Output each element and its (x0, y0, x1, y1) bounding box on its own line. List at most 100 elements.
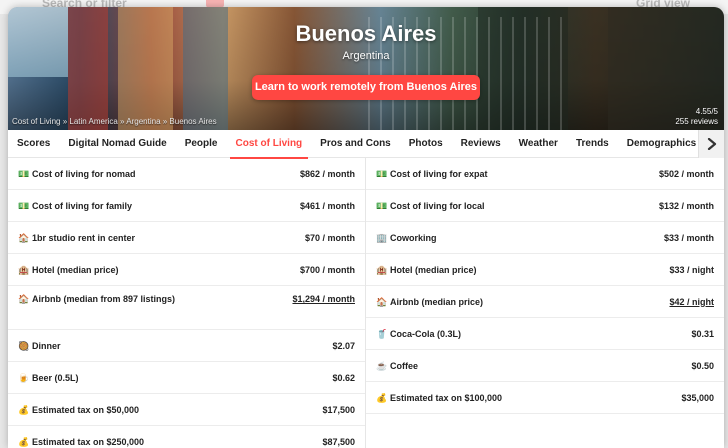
review-count[interactable]: 255 reviews (675, 117, 718, 127)
cost-row: 💵 Cost of living for expat $502 / month (366, 158, 724, 190)
hero-banner: Buenos Aires Argentina Learn to work rem… (8, 7, 724, 130)
cost-label-text: Hotel (median price) (32, 264, 119, 275)
cost-label-text: Cost of living for expat (390, 168, 488, 179)
cost-label: 💵 Cost of living for nomad (18, 168, 136, 180)
tab-demographics[interactable]: Demographics (627, 130, 696, 158)
cost-row: 💵 Cost of living for local $132 / month (366, 190, 724, 222)
cost-value: $35,000 (681, 392, 714, 403)
country-name: Argentina (342, 50, 390, 62)
cost-item-icon: 💰 (18, 404, 30, 415)
tab-people[interactable]: People (185, 130, 218, 158)
cost-value: $502 / month (658, 168, 714, 179)
cost-item-icon: 💵 (376, 168, 388, 179)
cost-row: 🏠 Airbnb (median from 897 listings) $1,294… (8, 286, 365, 330)
cost-row: 🏠 1br studio rent in center $70 / month (8, 222, 365, 254)
tab-scroll-next-button[interactable] (698, 130, 724, 158)
cost-item-icon: 🏠 (18, 294, 30, 304)
cost-column-right: 💵 Cost of living for expat $502 / month 💵 Co… (366, 158, 724, 448)
cost-label: 🍺 Beer (0.5L) (18, 372, 79, 384)
cost-item-icon: 💰 (18, 436, 30, 447)
cost-label: 💰 Estimated tax on $50,000 (18, 404, 139, 416)
tab-bar: Scores Digital Nomad Guide People Cost of L… (8, 130, 724, 159)
tab-digital-nomad-guide[interactable]: Digital Nomad Guide (68, 130, 166, 158)
cost-label: 💵 Cost of living for family (18, 200, 132, 212)
cost-column-left: 💵 Cost of living for nomad $862 / month 💵 Co… (8, 158, 366, 448)
chevron-right-icon (707, 138, 716, 150)
cost-value: $87,500 (322, 436, 355, 447)
cost-item-icon: 💰 (376, 392, 388, 403)
cost-label-text: Coca-Cola (0.3L) (390, 328, 462, 339)
cost-label: 🥘 Dinner (18, 340, 61, 352)
cost-label-text: Beer (0.5L) (32, 372, 79, 383)
learn-remote-work-button[interactable]: Learn to work remotely from Buenos Aires (252, 75, 480, 100)
cost-label: 💵 Cost of living for expat (376, 168, 488, 180)
cost-label-text: 1br studio rent in center (32, 232, 136, 243)
cost-row: 💰 Estimated tax on $250,000 $87,500 (8, 426, 365, 448)
city-modal: Buenos Aires Argentina Learn to work rem… (8, 7, 724, 448)
cost-item-icon: 🏨 (376, 264, 388, 275)
cost-row: 🥤 Coca-Cola (0.3L) $0.31 (366, 318, 724, 350)
cost-row: 💰 Estimated tax on $100,000 $35,000 (366, 382, 724, 414)
cost-value: $0.50 (691, 360, 714, 371)
cost-label-text: Cost of living for nomad (32, 168, 136, 179)
cost-value: $2.07 (332, 340, 355, 351)
cost-row: 💵 Cost of living for family $461 / month (8, 190, 365, 222)
cost-item-icon: 🏠 (18, 232, 30, 243)
tab-cost-of-living[interactable]: Cost of Living (229, 130, 308, 159)
cost-value: $461 / month (299, 200, 355, 211)
cost-row: 🍺 Beer (0.5L) $0.62 (8, 362, 365, 394)
airbnb-price-link[interactable]: $42 / night (669, 296, 714, 308)
cost-value: $33 / month (663, 232, 714, 243)
cost-item-icon: 🏠 (376, 296, 388, 307)
cost-label-text: Cost of living for family (32, 200, 133, 211)
cost-label-text: Estimated tax on $100,000 (390, 392, 503, 403)
rating-summary: 4.55/5 255 reviews (675, 107, 718, 127)
cost-label-text: Estimated tax on $50,000 (32, 404, 140, 415)
cost-item-icon: 💵 (18, 168, 30, 179)
breadcrumb[interactable]: Cost of Living » Latin America » Argenti… (12, 117, 217, 126)
rating-score: 4.55/5 (695, 107, 718, 116)
cost-value: $700 / month (299, 264, 355, 275)
cost-label-text: Airbnb (median from 897 listings) (32, 294, 176, 304)
cost-label-text: Estimated tax on $250,000 (32, 436, 145, 447)
cost-label-text: Dinner (32, 340, 61, 351)
cost-label: 🏠 1br studio rent in center (18, 232, 135, 244)
cost-item-icon: ☕ (376, 360, 388, 371)
tab-trends[interactable]: Trends (576, 130, 609, 158)
tab-reviews[interactable]: Reviews (461, 130, 501, 158)
cost-row: 💵 Cost of living for nomad $862 / month (8, 158, 365, 190)
cost-row: ☕ Coffee $0.50 (366, 350, 724, 382)
airbnb-price-link[interactable]: $1,294 / month (292, 293, 355, 305)
cost-label: 💰 Estimated tax on $250,000 (18, 436, 144, 448)
cost-label: 🏢 Coworking (376, 232, 437, 244)
cost-label: 🏠 Airbnb (median price) (376, 296, 483, 308)
cost-label-text: Hotel (median price) (390, 264, 477, 275)
cost-item-icon: 💵 (376, 200, 388, 211)
cost-label: ☕ Coffee (376, 360, 418, 372)
cost-item-icon: 🏨 (18, 264, 30, 275)
cost-row: 🏠 Airbnb (median price) $42 / night (366, 286, 724, 318)
cost-label: 🥤 Coca-Cola (0.3L) (376, 328, 461, 340)
cost-item-icon: 🥤 (376, 328, 388, 339)
city-title: Buenos Aires (295, 21, 437, 46)
cost-row: 💰 Estimated tax on $50,000 $17,500 (8, 394, 365, 426)
cost-row: 🏨 Hotel (median price) $33 / night (366, 254, 724, 286)
cost-row: 🏨 Hotel (median price) $700 / month (8, 254, 365, 286)
cost-label: 🏨 Hotel (median price) (376, 264, 477, 276)
cost-value: $862 / month (299, 168, 355, 179)
cost-row: 🏢 Coworking $33 / month (366, 222, 724, 254)
tab-weather[interactable]: Weather (519, 130, 558, 158)
cost-item-icon: 🥘 (18, 340, 30, 351)
cost-label-text: Cost of living for local (390, 200, 485, 211)
tab-scores[interactable]: Scores (17, 130, 50, 158)
cost-value: $132 / month (658, 200, 714, 211)
cost-label: 🏨 Hotel (median price) (18, 264, 119, 276)
cost-label: 💵 Cost of living for local (376, 200, 485, 212)
cost-label: 🏠 Airbnb (median from 897 listings) (18, 293, 175, 305)
cost-item-icon: 💵 (18, 200, 30, 211)
tab-photos[interactable]: Photos (409, 130, 443, 158)
cost-item-icon: 🍺 (18, 372, 30, 383)
cost-value: $17,500 (322, 404, 355, 415)
tab-pros-and-cons[interactable]: Pros and Cons (320, 130, 391, 158)
cost-label-text: Airbnb (median price) (390, 296, 484, 307)
